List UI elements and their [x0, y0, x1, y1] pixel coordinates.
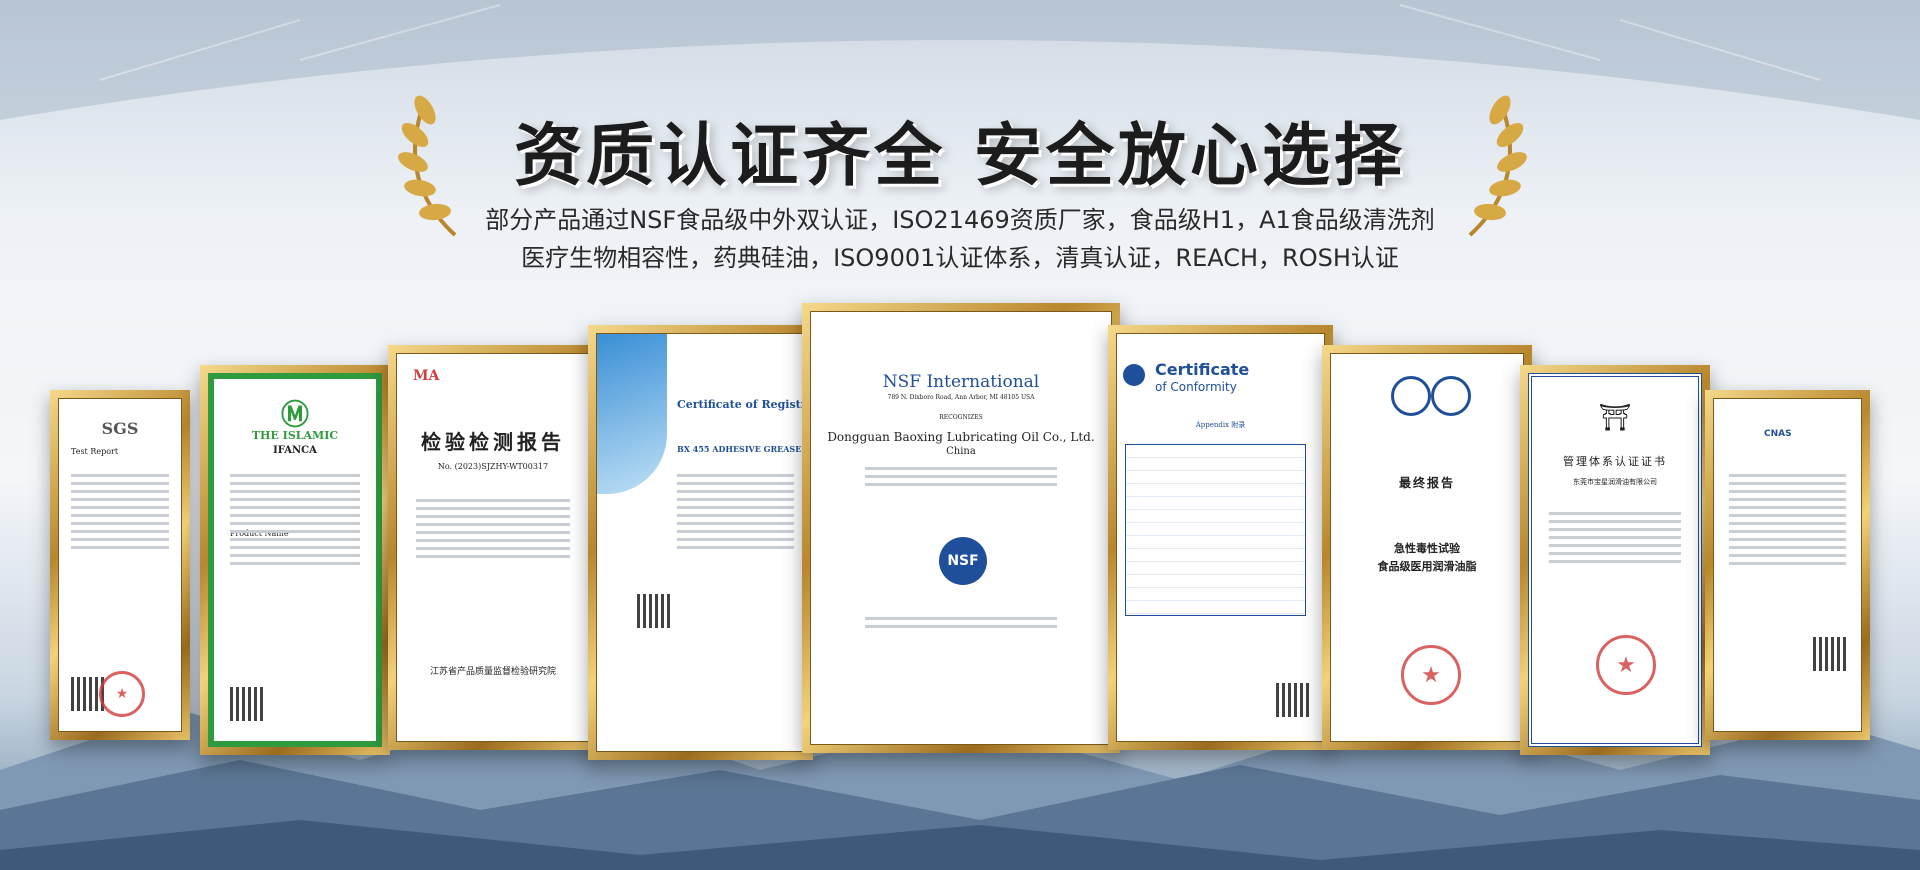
nsf-org: NSF International: [882, 372, 1040, 392]
product-table: [1125, 444, 1306, 616]
headline: 资质认证齐全 安全放心选择: [514, 117, 1406, 196]
text-lines: [230, 469, 360, 570]
certificate-management-system[interactable]: ⛩ 管理体系认证证书 东莞市宝星润滑油有限公司 ★: [1520, 365, 1710, 755]
subtitle-line-2: 医疗生物相容性，药典硅油，ISO9001认证体系，清真认证，REACH，ROSH…: [521, 244, 1399, 272]
qr-code: [230, 687, 264, 721]
red-stamp: ★: [99, 671, 145, 717]
halal-logo-icon: Ⓜ: [280, 398, 309, 431]
inspection-title: 检验检测报告: [421, 430, 565, 454]
cnas-logo-icon-2: [1431, 376, 1471, 416]
sgs-label: Test Report: [71, 447, 119, 456]
final-report-test: 急性毒性试验: [1394, 542, 1460, 555]
cnas-logo-icon: [1391, 376, 1431, 416]
inspection-footer: 江苏省产品质量监督检验研究院: [429, 667, 556, 677]
certificate-lab-report[interactable]: CNAS: [1705, 390, 1870, 740]
text-lines: [865, 612, 1057, 633]
inspection-number: No. (2023)SJZHY-WT00317: [437, 462, 549, 471]
text-lines: [865, 462, 1057, 491]
certificate-nsf-registration[interactable]: Certificate of Registration BX 455 ADHES…: [588, 325, 813, 760]
certificate-conformity[interactable]: Certificate of Conformity Appendix 附录: [1108, 325, 1333, 750]
ma-logo: MA: [413, 368, 440, 384]
nsf-country: China: [946, 446, 976, 457]
final-report-product: 食品级医用润滑油脂: [1377, 560, 1477, 573]
nsf-badge-icon: [1123, 364, 1145, 386]
conformity-title: Certificate: [1155, 360, 1250, 379]
mgmt-title: 管理体系认证证书: [1563, 455, 1667, 468]
certificate-halal[interactable]: Ⓜ THE ISLAMIC IFANCA Product Name: [200, 365, 390, 755]
text-lines: [1548, 507, 1682, 568]
subtitle-line-1: 部分产品通过NSF食品级中外双认证，ISO21469资质厂家，食品级H1，A1食…: [485, 206, 1435, 234]
conformity-subtitle: of Conformity: [1155, 380, 1237, 394]
certificate-inspection-report[interactable]: MA 检验检测报告 No. (2023)SJZHY-WT00317 江苏省产品质…: [388, 345, 598, 750]
nsf-logo-icon: NSF: [939, 537, 987, 585]
certificate-sgs[interactable]: SGS Test Report ★: [50, 390, 190, 740]
nsf-recognizes: RECOGNIZES: [939, 414, 983, 421]
sgs-logo: SGS: [101, 419, 139, 438]
halal-logo-text: IFANCA: [273, 445, 317, 456]
text-lines: [677, 469, 794, 554]
nsf-reg-product: BX 455 ADHESIVE GREASE: [677, 444, 802, 454]
text-lines: [416, 494, 570, 563]
blue-swoosh: [597, 334, 667, 494]
qr-code: [1276, 683, 1310, 717]
nsf-logo-text: NSF: [947, 553, 979, 569]
qr-code: [637, 594, 671, 628]
certificate-nsf-international[interactable]: NSF International 789 N. Dixboro Road, A…: [802, 303, 1120, 753]
text-lines: [1728, 469, 1847, 570]
text-lines: [71, 469, 169, 554]
mgmt-company: 东莞市宝星润滑油有限公司: [1573, 478, 1657, 486]
red-stamp: ★: [1596, 635, 1656, 695]
halal-heading: THE ISLAMIC: [251, 429, 339, 442]
nsf-company: Dongguan Baoxing Lubricating Oil Co., Lt…: [827, 430, 1095, 444]
conformity-appendix: Appendix 附录: [1195, 421, 1246, 429]
gate-logo-icon: ⛩: [1598, 403, 1632, 433]
certificate-final-report[interactable]: 最终报告 急性毒性试验 食品级医用润滑油脂 ★: [1322, 345, 1532, 750]
qr-code: [1813, 637, 1847, 671]
red-stamp: ★: [1401, 645, 1461, 705]
lab-logo: CNAS: [1764, 429, 1792, 439]
nsf-address: 789 N. Dixboro Road, Ann Arbor, MI 48105…: [887, 394, 1035, 401]
nsf-reg-title: Certificate of Registration: [677, 398, 804, 411]
final-report-title: 最终报告: [1398, 476, 1455, 490]
